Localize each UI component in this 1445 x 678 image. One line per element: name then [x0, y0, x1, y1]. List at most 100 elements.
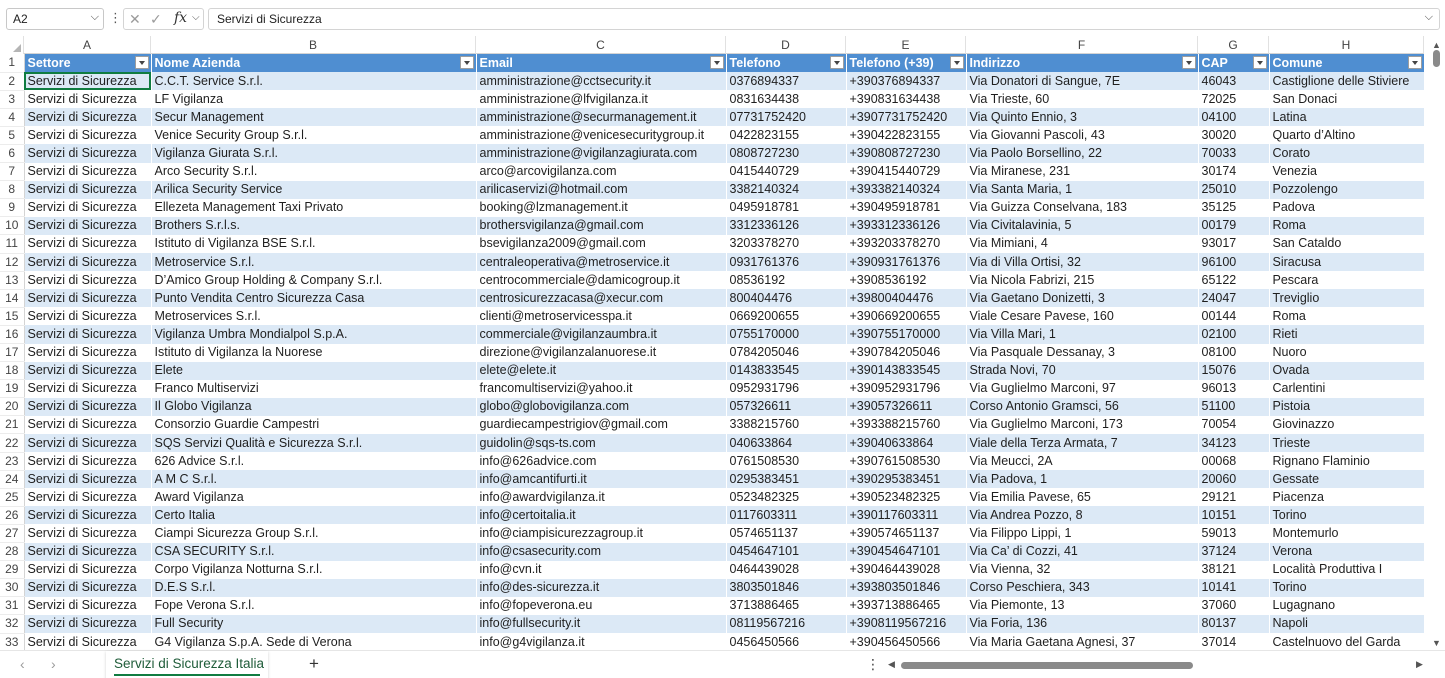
table-cell[interactable]: 0454647101	[726, 542, 847, 561]
table-cell[interactable]: info@fullsecurity.it	[476, 614, 727, 633]
row-number[interactable]: 3	[0, 90, 25, 109]
row-number[interactable]: 20	[0, 397, 25, 417]
table-cell[interactable]: Metroservices S.r.l.	[151, 307, 477, 326]
table-cell[interactable]: elete@elete.it	[476, 361, 727, 380]
table-cell[interactable]: guidolin@sqs-ts.com	[476, 433, 727, 453]
table-cell[interactable]: 70054	[1198, 415, 1270, 434]
table-cell[interactable]: Vigilanza Umbra Mondialpol S.p.A.	[151, 325, 477, 344]
table-cell[interactable]: Carlentini	[1269, 379, 1425, 398]
table-cell[interactable]: 07731752420	[726, 108, 847, 127]
table-cell[interactable]: 93017	[1198, 234, 1270, 254]
table-cell[interactable]: 29121	[1198, 488, 1270, 507]
table-cell[interactable]: Servizi di Sicurezza	[24, 307, 152, 326]
table-cell[interactable]: +3908536192	[846, 271, 967, 290]
scroll-up-icon[interactable]: ▲	[1432, 40, 1441, 50]
vertical-scroll-thumb[interactable]	[1433, 50, 1440, 67]
table-cell[interactable]: 37124	[1198, 542, 1270, 561]
expand-formula-icon[interactable]: ⌵	[1425, 11, 1433, 24]
row-number[interactable]: 6	[0, 144, 25, 164]
table-cell[interactable]: Servizi di Sicurezza	[24, 162, 152, 181]
table-cell[interactable]: 0415440729	[726, 162, 847, 181]
table-cell[interactable]: +390669200655	[846, 307, 967, 326]
table-cell[interactable]: +390454647101	[846, 542, 967, 561]
table-cell[interactable]: info@des-sicurezza.it	[476, 578, 727, 597]
table-cell[interactable]: Servizi di Sicurezza	[24, 90, 152, 109]
column-header-c[interactable]: C	[476, 36, 726, 54]
row-number[interactable]: 9	[0, 198, 25, 218]
table-cell[interactable]: +393382140324	[846, 180, 967, 199]
table-cell[interactable]: Servizi di Sicurezza	[24, 216, 152, 235]
enter-check-icon[interactable]: ✓	[150, 11, 162, 28]
row-number[interactable]: 17	[0, 343, 25, 363]
table-cell[interactable]: +390117603311	[846, 506, 967, 525]
table-cell[interactable]: +390495918781	[846, 198, 967, 217]
table-cell[interactable]: +390456450566	[846, 633, 967, 650]
table-cell[interactable]: Servizi di Sicurezza	[24, 379, 152, 398]
table-cell[interactable]: Pozzolengo	[1269, 180, 1425, 199]
table-cell[interactable]: 72025	[1198, 90, 1270, 109]
table-cell[interactable]: 00179	[1198, 216, 1270, 235]
table-cell[interactable]: Corato	[1269, 144, 1425, 163]
table-cell[interactable]: 37060	[1198, 596, 1270, 615]
header-cell[interactable]: Indirizzo	[966, 54, 1199, 73]
table-cell[interactable]: Via Emilia Pavese, 65	[966, 488, 1199, 507]
cancel-icon[interactable]: ✕	[129, 11, 141, 28]
more-options-icon[interactable]: ⋮	[109, 9, 122, 27]
table-cell[interactable]: Via Trieste, 60	[966, 90, 1199, 109]
table-cell[interactable]: Via Villa Mari, 1	[966, 325, 1199, 344]
table-cell[interactable]: +3907731752420	[846, 108, 967, 127]
add-sheet-button[interactable]: +	[309, 654, 319, 674]
table-cell[interactable]: info@626advice.com	[476, 452, 727, 471]
table-cell[interactable]: D’Amico Group Holding & Company S.r.l.	[151, 271, 477, 290]
table-cell[interactable]: +390808727230	[846, 144, 967, 163]
table-cell[interactable]: Punto Vendita Centro Sicurezza Casa	[151, 289, 477, 308]
table-cell[interactable]: Servizi di Sicurezza	[24, 524, 152, 543]
table-cell[interactable]: Giovinazzo	[1269, 415, 1425, 434]
column-header-a[interactable]: A	[24, 36, 151, 54]
table-cell[interactable]: +390761508530	[846, 452, 967, 471]
table-cell[interactable]: 800404476	[726, 289, 847, 308]
table-cell[interactable]: Servizi di Sicurezza	[24, 397, 152, 416]
table-cell[interactable]: Servizi di Sicurezza	[24, 542, 152, 561]
table-cell[interactable]: amministrazione@cctsecurity.it	[476, 72, 727, 91]
table-cell[interactable]: Servizi di Sicurezza	[24, 415, 152, 434]
table-cell[interactable]: 3713886465	[726, 596, 847, 615]
table-cell[interactable]: 0784205046	[726, 343, 847, 362]
name-box[interactable]: A2 ⌵	[6, 8, 104, 30]
table-cell[interactable]: 0574651137	[726, 524, 847, 543]
table-cell[interactable]: 0952931796	[726, 379, 847, 398]
table-cell[interactable]: 25010	[1198, 180, 1270, 199]
column-header-h[interactable]: H	[1269, 36, 1424, 54]
table-cell[interactable]: Torino	[1269, 506, 1425, 525]
table-cell[interactable]: 24047	[1198, 289, 1270, 308]
table-cell[interactable]: Via Guizza Conselvana, 183	[966, 198, 1199, 217]
table-cell[interactable]: Venice Security Group S.r.l.	[151, 126, 477, 145]
table-cell[interactable]: Via Pasquale Dessanay, 3	[966, 343, 1199, 362]
table-cell[interactable]: 0464439028	[726, 560, 847, 579]
table-cell[interactable]: Servizi di Sicurezza	[24, 488, 152, 507]
table-cell[interactable]: Via Foria, 136	[966, 614, 1199, 633]
table-cell[interactable]: +390784205046	[846, 343, 967, 362]
table-cell[interactable]: info@cvn.it	[476, 560, 727, 579]
table-cell[interactable]: Castiglione delle Stiviere	[1269, 72, 1425, 91]
table-cell[interactable]: centrocommerciale@damicogroup.it	[476, 271, 727, 290]
header-cell[interactable]: Settore	[24, 54, 152, 73]
table-cell[interactable]: 35125	[1198, 198, 1270, 217]
insert-function-icon[interactable]: fx	[174, 10, 187, 26]
filter-dropdown-icon[interactable]	[459, 56, 474, 69]
scroll-right-icon[interactable]: ▶	[1416, 659, 1423, 670]
table-cell[interactable]: Pistoia	[1269, 397, 1425, 416]
table-cell[interactable]: 80137	[1198, 614, 1270, 633]
scroll-left-icon[interactable]: ◀	[888, 659, 895, 670]
table-cell[interactable]: 51100	[1198, 397, 1270, 416]
filter-dropdown-icon[interactable]	[949, 56, 964, 69]
table-cell[interactable]: 0669200655	[726, 307, 847, 326]
table-cell[interactable]: Servizi di Sicurezza	[24, 343, 152, 362]
table-cell[interactable]: Elete	[151, 361, 477, 380]
table-cell[interactable]: Pescara	[1269, 271, 1425, 290]
table-cell[interactable]: info@certoitalia.it	[476, 506, 727, 525]
table-cell[interactable]: 70033	[1198, 144, 1270, 163]
table-cell[interactable]: Via di Villa Ortisi, 32	[966, 253, 1199, 272]
table-cell[interactable]: 65122	[1198, 271, 1270, 290]
table-cell[interactable]: +390295383451	[846, 470, 967, 489]
